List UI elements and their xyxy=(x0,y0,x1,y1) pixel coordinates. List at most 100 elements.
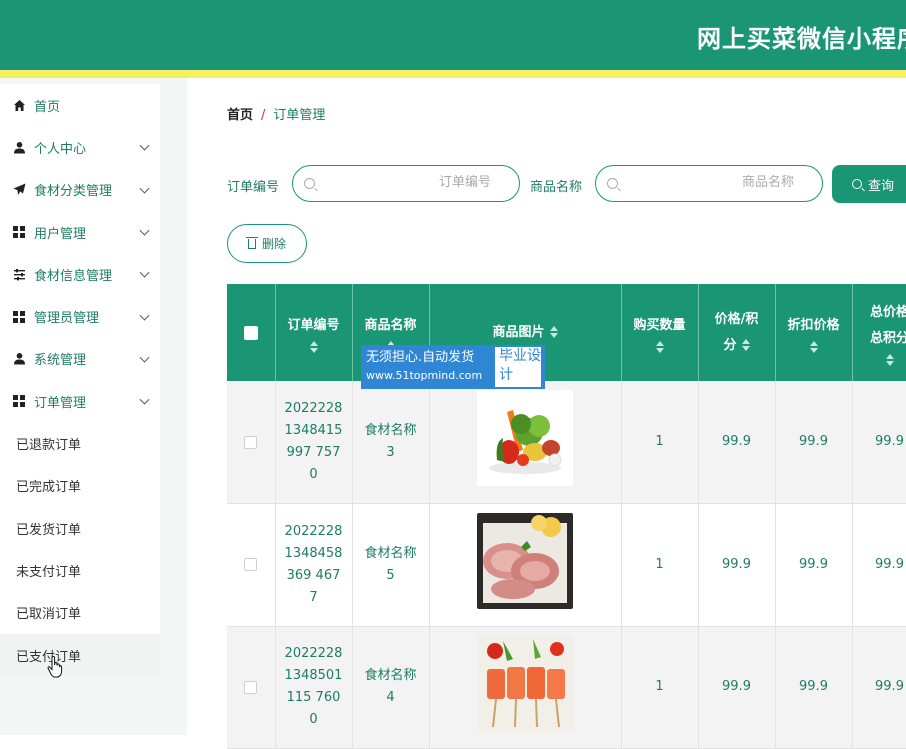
user-icon xyxy=(12,140,26,154)
chevron-down-icon xyxy=(139,394,150,405)
watermark-url: www.51topmind.com xyxy=(366,369,483,382)
header-select-all[interactable] xyxy=(227,284,276,381)
price-cell: 99.9 xyxy=(698,503,776,627)
header-label: 商品名称 xyxy=(364,317,417,333)
product-name-cell: 4 xyxy=(386,690,395,706)
table-row[interactable]: 20222281348415997 7570 食材名称 3 1 99.9 99.… xyxy=(227,381,906,504)
query-button-label: 查询 xyxy=(868,178,895,194)
header-label: 分 xyxy=(723,337,737,353)
search-icon xyxy=(304,178,315,189)
sidebar-item-home[interactable]: 首页 xyxy=(0,84,160,126)
header-quantity[interactable]: 购买数量 xyxy=(621,284,699,381)
sidebar-item-label: 首页 xyxy=(34,99,61,115)
product-name-input[interactable] xyxy=(674,175,794,190)
chevron-down-icon xyxy=(139,352,150,363)
sidebar-subitem-cancelled-orders[interactable]: 已取消订单 xyxy=(0,591,160,634)
total-cell: 99.9 xyxy=(852,503,906,627)
sidebar-item-label: 食材分类管理 xyxy=(34,184,113,200)
sidebar-subitem-refunded-orders[interactable]: 已退款订单 xyxy=(0,422,160,465)
sidebar: 首页 个人中心 食材分类管理 用户管理 食材信息管理 管理员管理 系统管理 订单… xyxy=(0,78,187,735)
order-no-label: 订单编号 xyxy=(227,180,280,195)
sidebar-item-label: 用户管理 xyxy=(34,226,87,242)
send-icon xyxy=(12,183,26,197)
sort-icon[interactable] xyxy=(809,340,818,353)
header-label: 订单编号 xyxy=(287,317,340,333)
orders-table-wrapper: 订单编号 商品名称 商品图片 购买数量 价格/积分 折扣价格 总价格总积分 20… xyxy=(227,284,906,749)
total-cell: 99.9 xyxy=(852,381,906,504)
watermark-badge: 毕业设计 xyxy=(495,347,541,387)
sidebar-item-label: 管理员管理 xyxy=(34,311,100,327)
product-name-cell: 食材名称 xyxy=(364,545,417,561)
sort-icon[interactable] xyxy=(309,340,318,353)
breadcrumb-home[interactable]: 首页 xyxy=(227,108,253,123)
discount-cell: 99.9 xyxy=(775,381,853,504)
sidebar-item-system-management[interactable]: 系统管理 xyxy=(0,338,160,380)
product-name-cell: 食材名称 xyxy=(364,423,417,438)
grid-icon xyxy=(12,394,26,408)
sidebar-item-admin-management[interactable]: 管理员管理 xyxy=(0,295,160,337)
chevron-down-icon xyxy=(139,310,150,321)
sidebar-item-order-management[interactable]: 订单管理 xyxy=(0,380,160,422)
sidebar-menu: 首页 个人中心 食材分类管理 用户管理 食材信息管理 管理员管理 系统管理 订单… xyxy=(0,84,160,677)
product-image-vegetables xyxy=(477,390,573,486)
sort-icon[interactable] xyxy=(885,353,894,366)
sidebar-item-ingredient-management[interactable]: 食材信息管理 xyxy=(0,253,160,295)
row-checkbox[interactable] xyxy=(244,680,258,694)
user-icon xyxy=(12,352,26,366)
query-button[interactable]: 查询 xyxy=(832,165,906,203)
product-name-cell: 5 xyxy=(386,567,395,583)
product-name-cell: 3 xyxy=(386,445,395,460)
table-header-row: 订单编号 商品名称 商品图片 购买数量 价格/积分 折扣价格 总价格总积分 xyxy=(227,284,906,381)
watermark-overlay: 无须担心.自动发货 www.51topmind.com 毕业设计 xyxy=(361,345,545,389)
sidebar-subitem-unpaid-orders[interactable]: 未支付订单 xyxy=(0,549,160,592)
sort-icon[interactable] xyxy=(549,326,558,338)
trash-icon xyxy=(245,236,258,249)
header-order-no[interactable]: 订单编号 xyxy=(275,284,353,381)
search-icon xyxy=(607,178,618,189)
product-image-pork xyxy=(477,512,573,609)
row-checkbox[interactable] xyxy=(244,558,258,572)
watermark-line: 无须担心.自动发货 xyxy=(366,350,475,365)
header-price-points[interactable]: 价格/积分 xyxy=(698,284,776,381)
select-all-checkbox[interactable] xyxy=(243,325,258,340)
sidebar-subitem-paid-orders[interactable]: 已支付订单 xyxy=(0,633,160,677)
hand-cursor-icon xyxy=(47,656,63,678)
quantity-cell: 1 xyxy=(621,626,699,749)
home-icon xyxy=(12,98,26,112)
delete-button-label: 删除 xyxy=(261,237,286,251)
order-no-cell: 20222281348458369 4677 xyxy=(284,523,343,605)
sort-icon[interactable] xyxy=(655,340,664,353)
order-no-cell: 20222281348501115 7600 xyxy=(284,646,343,728)
chevron-down-icon xyxy=(139,183,150,194)
sort-icon[interactable] xyxy=(741,339,750,351)
header-accent-bar xyxy=(0,70,906,78)
header-label: 总积分 xyxy=(869,330,906,346)
delete-button[interactable]: 删除 xyxy=(227,224,307,263)
sidebar-subitem-completed-orders[interactable]: 已完成订单 xyxy=(0,464,160,507)
product-image-skewers xyxy=(477,635,573,732)
breadcrumb-current: 订单管理 xyxy=(273,108,326,123)
price-cell: 99.9 xyxy=(698,381,776,504)
header-label: 商品图片 xyxy=(492,324,545,340)
header-discount-price[interactable]: 折扣价格 xyxy=(775,284,853,381)
sidebar-item-user-management[interactable]: 用户管理 xyxy=(0,211,160,253)
sidebar-item-category-management[interactable]: 食材分类管理 xyxy=(0,169,160,211)
orders-table: 订单编号 商品名称 商品图片 购买数量 价格/积分 折扣价格 总价格总积分 20… xyxy=(227,284,906,749)
sidebar-item-label: 订单管理 xyxy=(34,395,87,411)
row-checkbox[interactable] xyxy=(244,435,258,449)
sidebar-subitem-shipped-orders[interactable]: 已发货订单 xyxy=(0,506,160,550)
chevron-down-icon xyxy=(139,141,150,151)
sidebar-item-personal-center[interactable]: 个人中心 xyxy=(0,126,160,168)
table-row[interactable]: 20222281348458369 4677 食材名称 5 1 99.9 99.… xyxy=(227,503,906,627)
discount-cell: 99.9 xyxy=(775,503,853,627)
header-total[interactable]: 总价格 总积分 xyxy=(852,284,906,381)
order-no-search-box[interactable] xyxy=(292,165,520,202)
product-name-search-box[interactable] xyxy=(595,165,823,202)
header-label: 总价格 xyxy=(869,304,906,320)
order-no-input[interactable] xyxy=(371,175,491,190)
header-label: 折扣价格 xyxy=(787,317,840,333)
price-cell: 99.9 xyxy=(698,626,776,749)
sidebar-item-label: 食材信息管理 xyxy=(34,268,113,284)
grid-icon xyxy=(12,225,26,239)
table-row[interactable]: 20222281348501115 7600 食材名称 4 1 99.9 99.… xyxy=(227,626,906,749)
